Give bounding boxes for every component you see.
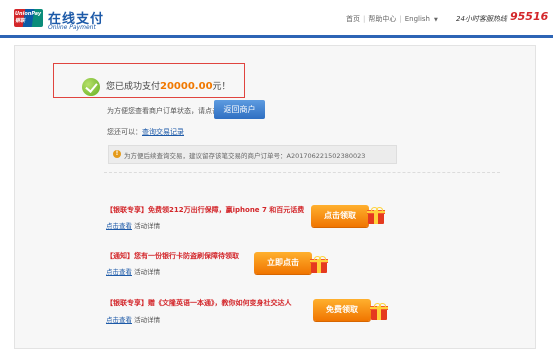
- nav-divider: |: [399, 15, 402, 23]
- promo-title: 【银联专享】赠《文隆英语一本通》，教你如何变身社交达人: [106, 299, 292, 307]
- brand-subtitle: Online Payment: [48, 24, 96, 31]
- hotline-number: 95516: [510, 10, 549, 23]
- check-icon: [82, 78, 100, 96]
- payment-amount: 20000.00: [160, 81, 213, 92]
- nav-help-link[interactable]: 帮助中心: [368, 14, 396, 24]
- logo-text-cn: 银联: [15, 18, 26, 24]
- top-nav: 首页 | 帮助中心 | English ▼: [346, 14, 452, 24]
- promo-detail: 点击查看 活动详情: [106, 266, 160, 276]
- notice-text: 为方便后续查询交易，建议留存该笔交易的商户订单号：A20170622150238…: [124, 152, 366, 160]
- promo-click-button[interactable]: 立即点击: [254, 252, 312, 274]
- promo-detail-suffix: 活动详情: [134, 268, 161, 276]
- section-divider: [104, 172, 500, 173]
- gift-icon[interactable]: [310, 256, 328, 273]
- header-divider: [0, 35, 553, 38]
- records-line: 您还可以：查询交易记录: [107, 127, 184, 137]
- language-select[interactable]: English: [405, 15, 430, 23]
- gift-icon[interactable]: [370, 303, 388, 320]
- promo-claim-button[interactable]: 点击领取: [311, 205, 369, 227]
- promo-detail-link[interactable]: 点击查看: [106, 222, 132, 230]
- hotline-label: 24小时客服热线: [456, 15, 507, 23]
- success-suffix: 元！: [212, 82, 231, 92]
- nav-home-link[interactable]: 首页: [346, 14, 360, 24]
- order-status-text: 为方便您查看商户订单状态，请点击: [107, 107, 219, 115]
- promo-detail-link[interactable]: 点击查看: [106, 316, 132, 324]
- unionpay-logo: UnionPay 银联: [14, 9, 43, 27]
- promo-title: 【通知】您有一份银行卡防盗刷保障待领取: [106, 252, 239, 260]
- payment-success-message: 您已成功支付20000.00元！: [106, 79, 231, 92]
- nav-divider: |: [363, 15, 366, 23]
- query-records-link[interactable]: 查询交易记录: [142, 128, 184, 136]
- gift-icon[interactable]: [367, 207, 385, 224]
- promo-detail-suffix: 活动详情: [134, 316, 161, 324]
- promo-detail: 点击查看 活动详情: [106, 314, 160, 324]
- logo-text-en: UnionPay: [15, 11, 42, 17]
- success-prefix: 您已成功支付: [106, 82, 161, 92]
- info-icon: !: [113, 150, 121, 158]
- promo-detail: 点击查看 活动详情: [106, 220, 160, 230]
- promo-detail-link[interactable]: 点击查看: [106, 268, 132, 276]
- return-merchant-button[interactable]: 返回商户: [214, 100, 265, 119]
- header: UnionPay 银联 在线支付 Online Payment 首页 | 帮助中心 | E…: [0, 0, 553, 34]
- chevron-down-icon[interactable]: ▼: [434, 17, 438, 23]
- promo-detail-suffix: 活动详情: [134, 222, 161, 230]
- promo-title: 【银联专享】免费领212万出行保障，赢iphone 7 和百元话费: [106, 206, 305, 214]
- promo-free-claim-button[interactable]: 免费领取: [313, 299, 371, 321]
- records-label: 您还可以：: [107, 128, 142, 136]
